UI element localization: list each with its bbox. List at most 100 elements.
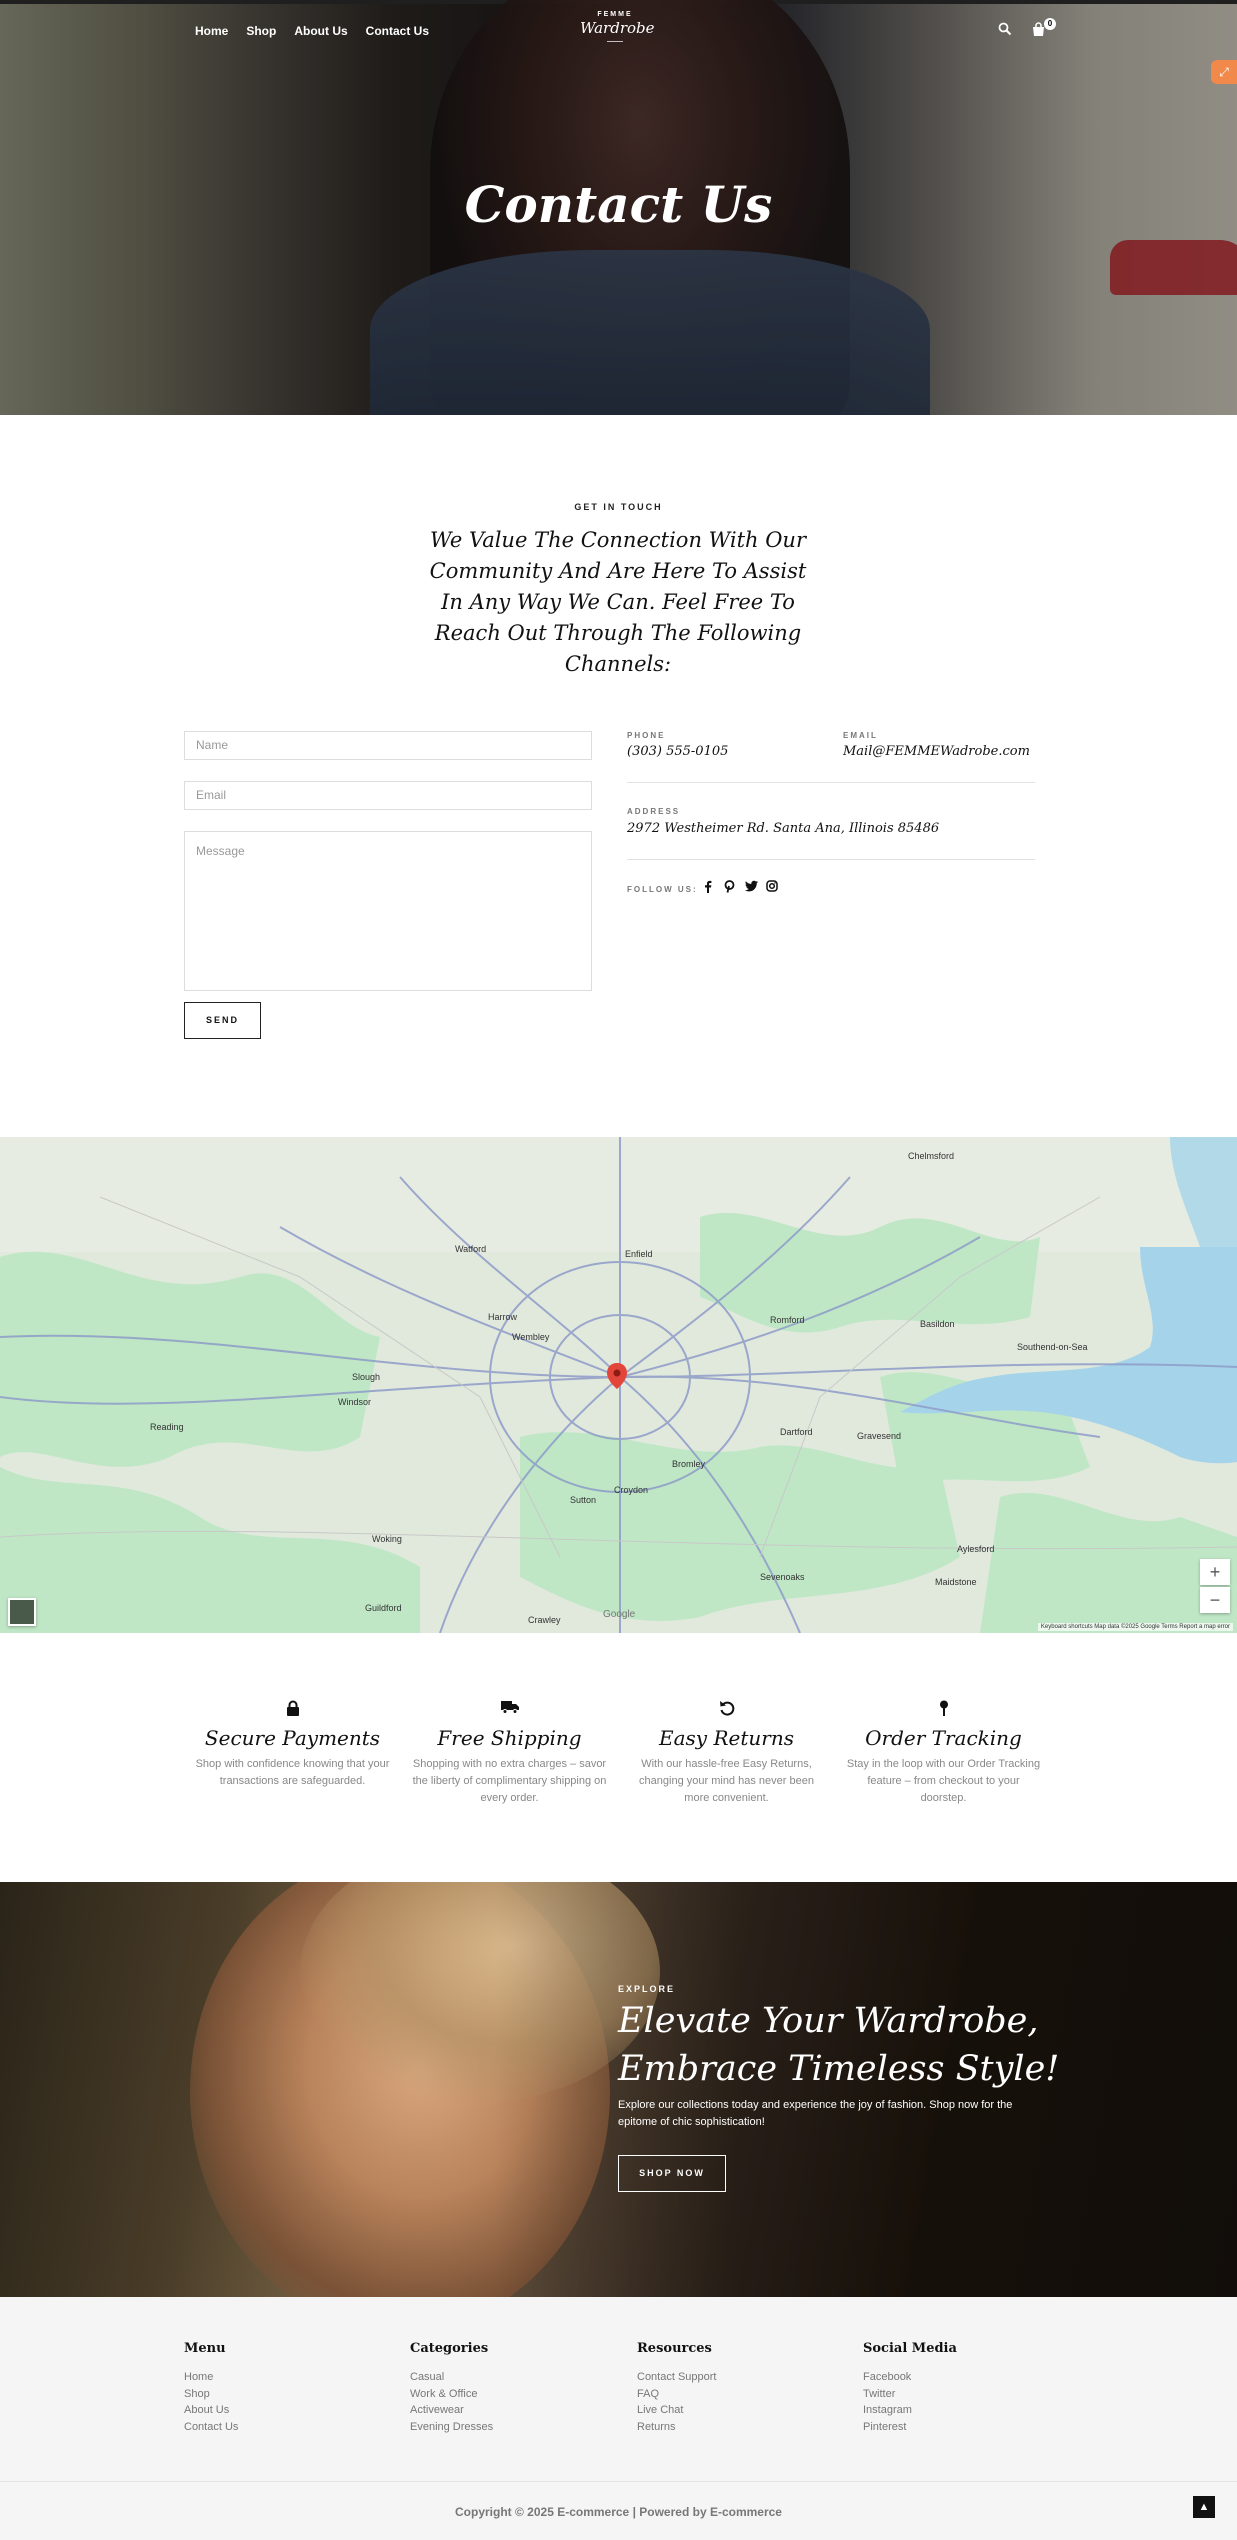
footer-col-title: Resources (637, 2341, 712, 2356)
address-value: 2972 Westheimer Rd. Santa Ana, Illinois … (627, 821, 940, 836)
lock-icon (195, 1700, 390, 1720)
map-place-label: Reading (150, 1422, 184, 1432)
logo-main-text: Wardrobe (580, 19, 655, 37)
feature-order-tracking: Order Tracking Stay in the loop with our… (846, 1700, 1041, 1807)
map-place-label: Woking (372, 1534, 402, 1544)
footer-link[interactable]: Work & Office (410, 2386, 493, 2403)
side-widget-icon[interactable]: ⤢ (1211, 60, 1237, 84)
map-place-label: Gravesend (857, 1431, 901, 1441)
site-logo[interactable]: FEMME Wardrobe (580, 11, 655, 42)
feature-text: Stay in the loop with our Order Tracking… (846, 1758, 1041, 1804)
map-place-label: Aylesford (957, 1544, 994, 1554)
footer-link[interactable]: Activewear (410, 2402, 493, 2419)
footer-link[interactable]: Shop (184, 2386, 238, 2403)
promo-text: Explore our collections today and experi… (618, 2099, 1013, 2128)
phone-label: PHONE (627, 731, 666, 740)
map-attribution[interactable]: Keyboard shortcuts Map data ©2025 Google… (1037, 1623, 1233, 1631)
name-field[interactable]: Name (184, 731, 592, 760)
email-field[interactable]: Email (184, 781, 592, 810)
main-nav: Home Shop About Us Contact Us (195, 24, 429, 38)
email-value[interactable]: Mail@FEMMEWadrobe.com (843, 744, 1030, 759)
map-place-label: Southend-on-Sea (1017, 1342, 1088, 1352)
feature-text: Shop with confidence knowing that your t… (195, 1758, 390, 1787)
nav-contact[interactable]: Contact Us (366, 24, 429, 38)
map-place-label: Harrow (488, 1312, 518, 1322)
map-place-label: Romford (770, 1315, 805, 1325)
footer-divider (0, 2481, 1237, 2482)
feature-easy-returns: Easy Returns With our hassle-free Easy R… (629, 1700, 824, 1807)
logo-underline (607, 41, 623, 42)
footer-col-title: Menu (184, 2341, 226, 2356)
feature-text: Shopping with no extra charges – savor t… (412, 1758, 607, 1804)
nav-about[interactable]: About Us (294, 24, 347, 38)
info-divider (627, 782, 1035, 783)
footer-link[interactable]: Twitter (863, 2386, 957, 2403)
footer-link[interactable]: Evening Dresses (410, 2419, 493, 2436)
footer-col-social: Social Media Facebook Twitter Instagram … (863, 2341, 957, 2435)
map-place-label: Wembley (512, 1332, 550, 1342)
page-title: Contact Us (464, 175, 773, 234)
back-to-top-button[interactable]: ▲ (1193, 2496, 1215, 2518)
zoom-out-button[interactable]: − (1200, 1587, 1230, 1613)
map-canvas: Watford Enfield Harrow Wembley Slough Re… (0, 1137, 1237, 1633)
footer-col-categories: Categories Casual Work & Office Activewe… (410, 2341, 493, 2435)
cart-count-badge: 0 (1044, 18, 1056, 30)
map-place-label: Maidstone (935, 1577, 977, 1587)
pinterest-icon[interactable] (724, 880, 735, 896)
footer-link[interactable]: Live Chat (637, 2402, 717, 2419)
feature-title: Free Shipping (437, 1726, 582, 1750)
map-layer-toggle[interactable] (8, 1598, 36, 1626)
section-kicker: GET IN TOUCH (574, 502, 663, 512)
footer-link[interactable]: Returns (637, 2419, 717, 2436)
message-field[interactable]: Message (184, 831, 592, 991)
footer-col-title: Social Media (863, 2341, 957, 2356)
map-place-label: Crawley (528, 1615, 561, 1625)
twitter-icon[interactable] (745, 880, 758, 895)
feature-free-shipping: Free Shipping Shopping with no extra cha… (412, 1700, 607, 1807)
map-place-label: Slough (352, 1372, 380, 1382)
feature-title: Easy Returns (659, 1726, 794, 1750)
copyright-text: Copyright © 2025 E-commerce | Powered by… (455, 2505, 782, 2519)
map-place-label: Enfield (625, 1249, 653, 1259)
footer-link[interactable]: FAQ (637, 2386, 717, 2403)
truck-icon (412, 1700, 607, 1720)
nav-shop[interactable]: Shop (246, 24, 276, 38)
footer-link[interactable]: Casual (410, 2369, 493, 2386)
map-place-label: Sevenoaks (760, 1572, 805, 1582)
footer-link[interactable]: About Us (184, 2402, 238, 2419)
promo-kicker: EXPLORE (618, 1984, 676, 1994)
footer-link[interactable]: Contact Support (637, 2369, 717, 2386)
feature-text: With our hassle-free Easy Returns, chang… (639, 1758, 814, 1804)
info-divider (627, 859, 1035, 860)
map-place-label: Guildford (365, 1603, 402, 1613)
footer-link[interactable]: Pinterest (863, 2419, 957, 2436)
footer-link[interactable]: Facebook (863, 2369, 957, 2386)
follow-label: FOLLOW US: (627, 885, 698, 894)
search-icon[interactable] (998, 22, 1012, 39)
nav-home[interactable]: Home (195, 24, 228, 38)
return-icon (629, 1700, 824, 1720)
feature-secure-payments: Secure Payments Shop with confidence kno… (195, 1700, 390, 1790)
location-map[interactable]: Watford Enfield Harrow Wembley Slough Re… (0, 1137, 1237, 1633)
instagram-icon[interactable] (766, 880, 778, 895)
map-place-label: Windsor (338, 1397, 371, 1407)
feature-title: Secure Payments (204, 1726, 381, 1750)
footer-col-menu: Menu Home Shop About Us Contact Us (184, 2341, 238, 2435)
phone-value: (303) 555-0105 (627, 744, 729, 759)
address-label: ADDRESS (627, 807, 681, 816)
footer-link[interactable]: Contact Us (184, 2419, 238, 2436)
send-button[interactable]: SEND (184, 1002, 261, 1039)
facebook-icon[interactable] (704, 880, 712, 896)
shop-now-button[interactable]: SHOP NOW (618, 2155, 726, 2192)
logo-small-text: FEMME (597, 11, 633, 18)
svg-text:Google: Google (603, 1609, 636, 1620)
zoom-in-button[interactable]: + (1200, 1559, 1230, 1585)
map-place-label: Bromley (672, 1459, 706, 1469)
contact-intro: We Value The Connection With Our Communi… (429, 528, 807, 676)
map-place-label: Sutton (570, 1495, 596, 1505)
footer-col-title: Categories (410, 2341, 489, 2356)
footer-link[interactable]: Instagram (863, 2402, 957, 2419)
map-place-label: Watford (455, 1244, 486, 1254)
footer-link[interactable]: Home (184, 2369, 238, 2386)
email-label: EMAIL (843, 731, 878, 740)
